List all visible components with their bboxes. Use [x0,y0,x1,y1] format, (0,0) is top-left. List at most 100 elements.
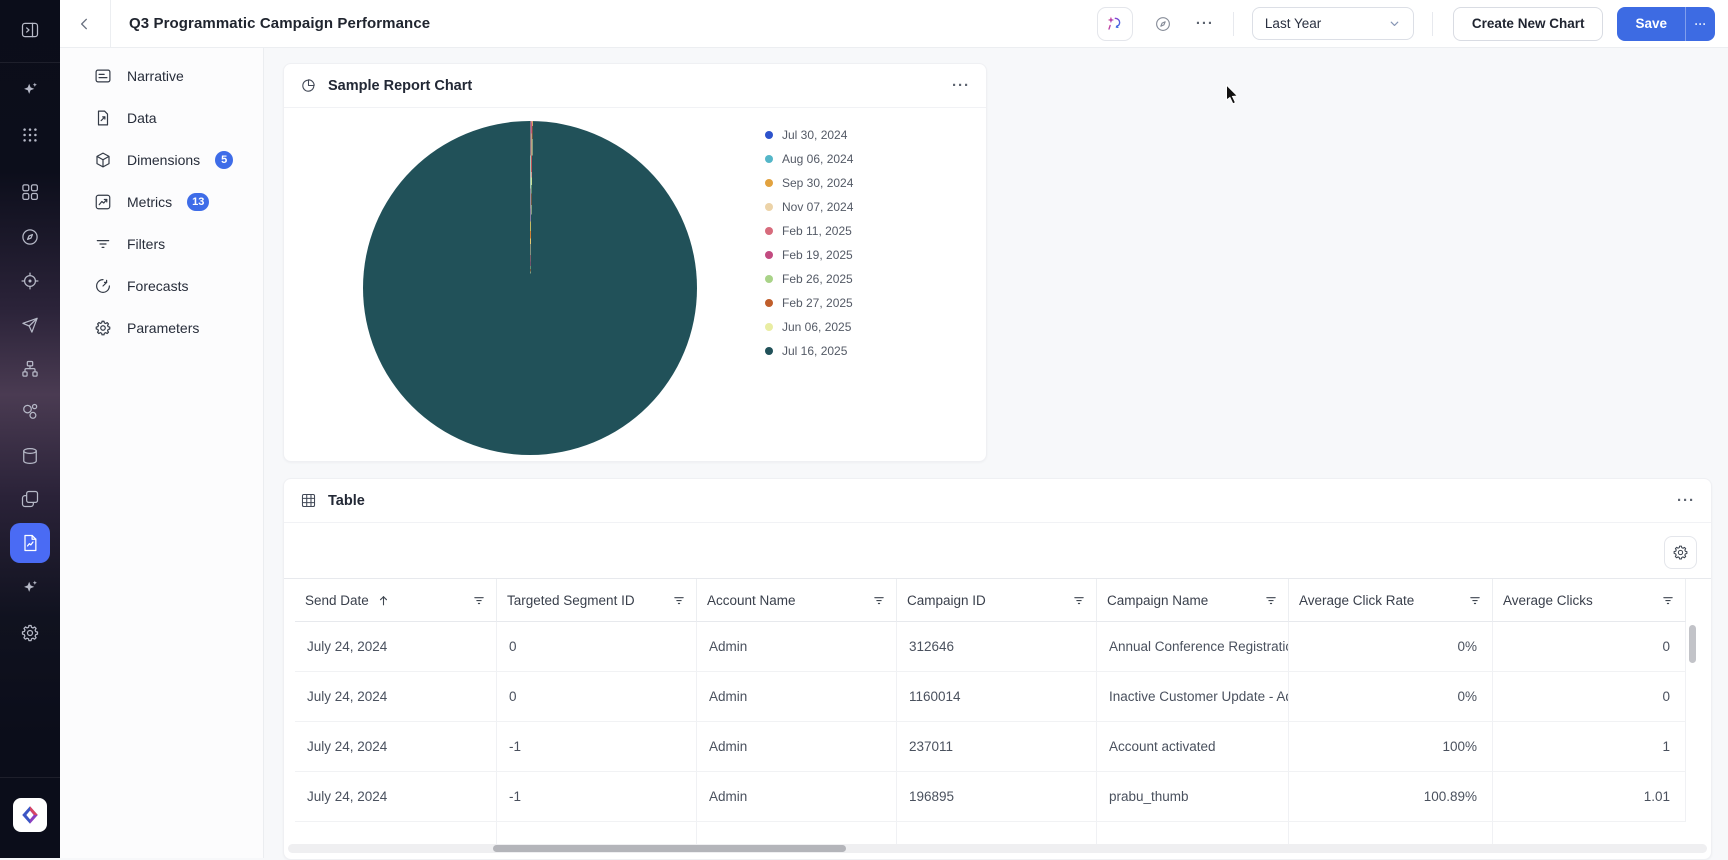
column-header-account-name[interactable]: Account Name [697,579,897,622]
table-cell: 1.01 [1493,772,1686,822]
rail-divider-bottom [0,777,60,778]
compass-icon[interactable] [10,217,50,257]
table-cell: Admin [697,722,897,772]
filter-icon[interactable] [1072,593,1086,607]
create-new-chart-button[interactable]: Create New Chart [1453,7,1604,41]
nav-item-metrics[interactable]: Metrics 13 [60,182,263,222]
chart-card-title: Sample Report Chart [328,78,941,94]
report-canvas: Sample Report Chart ··· Jul 30, 2024 Aug… [264,48,1728,858]
legend-dot [765,227,773,235]
column-header-average-clicks[interactable]: Average Clicks [1493,579,1686,622]
nav-item-data[interactable]: Data [60,98,263,138]
table-cell-partial [1493,822,1686,846]
chart-legend: Jul 30, 2024 Aug 06, 2024 Sep 30, 2024 N… [765,123,853,363]
app-root: Q3 Programmatic Campaign Performance [0,0,1728,858]
table-vertical-scrollbar[interactable] [1689,625,1696,663]
layers-icon[interactable] [10,479,50,519]
sort-asc-icon [377,594,390,607]
table-cell: 0% [1289,622,1493,672]
ai-sparkle-wand-icon[interactable] [1097,7,1133,41]
nav-item-dimensions[interactable]: Dimensions 5 [60,140,263,180]
send-icon[interactable] [10,305,50,345]
chart-card-more-button[interactable]: ··· [952,77,970,94]
table-cell: -1 [497,722,697,772]
sparkles-icon-2[interactable] [10,568,50,608]
column-header-average-click-rate[interactable]: Average Click Rate [1289,579,1493,622]
nav-panel: Narrative Data Dimensions 5 Metrics 13 F… [60,48,264,858]
filter-icon[interactable] [1468,593,1482,607]
filter-icon[interactable] [472,593,486,607]
legend-item[interactable]: Feb 11, 2025 [765,219,853,243]
back-button[interactable] [60,0,110,48]
table-settings-button[interactable] [1664,536,1697,569]
column-header-campaign-id[interactable]: Campaign ID [897,579,1097,622]
legend-item[interactable]: Feb 27, 2025 [765,291,853,315]
table-toolbar [1664,536,1697,569]
dashboard-icon[interactable] [10,172,50,212]
filter-icon[interactable] [872,593,886,607]
chevron-down-icon [1388,17,1401,30]
table-cell-partial [697,822,897,846]
filter-icon[interactable] [672,593,686,607]
report-doc-icon[interactable] [10,523,50,563]
table-cell: 0 [497,672,697,722]
dimensions-icon [94,151,112,169]
nav-label: Metrics [127,194,172,210]
table-horizontal-scrollbar-track[interactable] [288,844,1707,853]
filter-icon[interactable] [1264,593,1278,607]
more-icon-topbar[interactable]: ··· [1187,7,1223,41]
apps-grid-icon[interactable] [10,115,50,155]
legend-item[interactable]: Sep 30, 2024 [765,171,853,195]
nav-label: Forecasts [127,278,188,294]
bubbles-icon[interactable] [10,392,50,432]
table-card: Table ··· Send Date [283,478,1712,860]
legend-dot [765,203,773,211]
nav-item-filters[interactable]: Filters [60,224,263,264]
legend-item[interactable]: Feb 26, 2025 [765,267,853,291]
topbar-divider [110,0,111,48]
time-range-select[interactable]: Last Year [1252,7,1414,40]
table-cell: Annual Conference Registratio [1097,622,1289,672]
legend-dot [765,179,773,187]
legend-item[interactable]: Feb 19, 2025 [765,243,853,267]
sparkles-icon[interactable] [10,70,50,110]
table-card-more-button[interactable]: ··· [1677,492,1695,509]
pie-chart[interactable] [363,121,697,455]
column-header-send-date[interactable]: Send Date [295,579,497,622]
legend-item[interactable]: Aug 06, 2024 [765,147,853,171]
gear-icon[interactable] [10,613,50,653]
database-icon[interactable] [10,436,50,476]
table-cell-partial [497,822,697,846]
metrics-icon [94,193,112,211]
nav-item-parameters[interactable]: Parameters [60,308,263,348]
legend-dot [765,347,773,355]
panel-toggle-icon[interactable] [10,10,50,50]
legend-item[interactable]: Jul 30, 2024 [765,123,853,147]
table-cell: July 24, 2024 [295,772,497,822]
compass-icon-topbar[interactable] [1145,7,1181,41]
column-header-campaign-name[interactable]: Campaign Name [1097,579,1289,622]
hierarchy-icon[interactable] [10,349,50,389]
nav-item-forecasts[interactable]: Forecasts [60,266,263,306]
table-cell: -1 [497,772,697,822]
nav-item-narrative[interactable]: Narrative [60,56,263,96]
target-icon[interactable] [10,261,50,301]
legend-item[interactable]: Jun 06, 2025 [765,315,853,339]
save-more-button[interactable]: ··· [1685,7,1715,41]
filter-icon[interactable] [1661,593,1675,607]
legend-item[interactable]: Jul 16, 2025 [765,339,853,363]
save-button[interactable]: Save [1617,7,1685,41]
table-cell: 0 [1493,672,1686,722]
table-card-header: Table ··· [284,479,1711,523]
nav-label: Filters [127,236,165,252]
back-chevron-icon [77,16,93,32]
column-header-targeted-segment-id[interactable]: Targeted Segment ID [497,579,697,622]
table-horizontal-scrollbar-thumb[interactable] [493,845,846,852]
save-split-button: Save ··· [1617,7,1715,41]
metrics-count-badge: 13 [187,193,209,211]
nav-label: Parameters [127,320,199,336]
legend-item[interactable]: Nov 07, 2024 [765,195,853,219]
table-cell: Admin [697,622,897,672]
brand-logo[interactable] [13,798,47,832]
topbar: Q3 Programmatic Campaign Performance [60,0,1728,48]
